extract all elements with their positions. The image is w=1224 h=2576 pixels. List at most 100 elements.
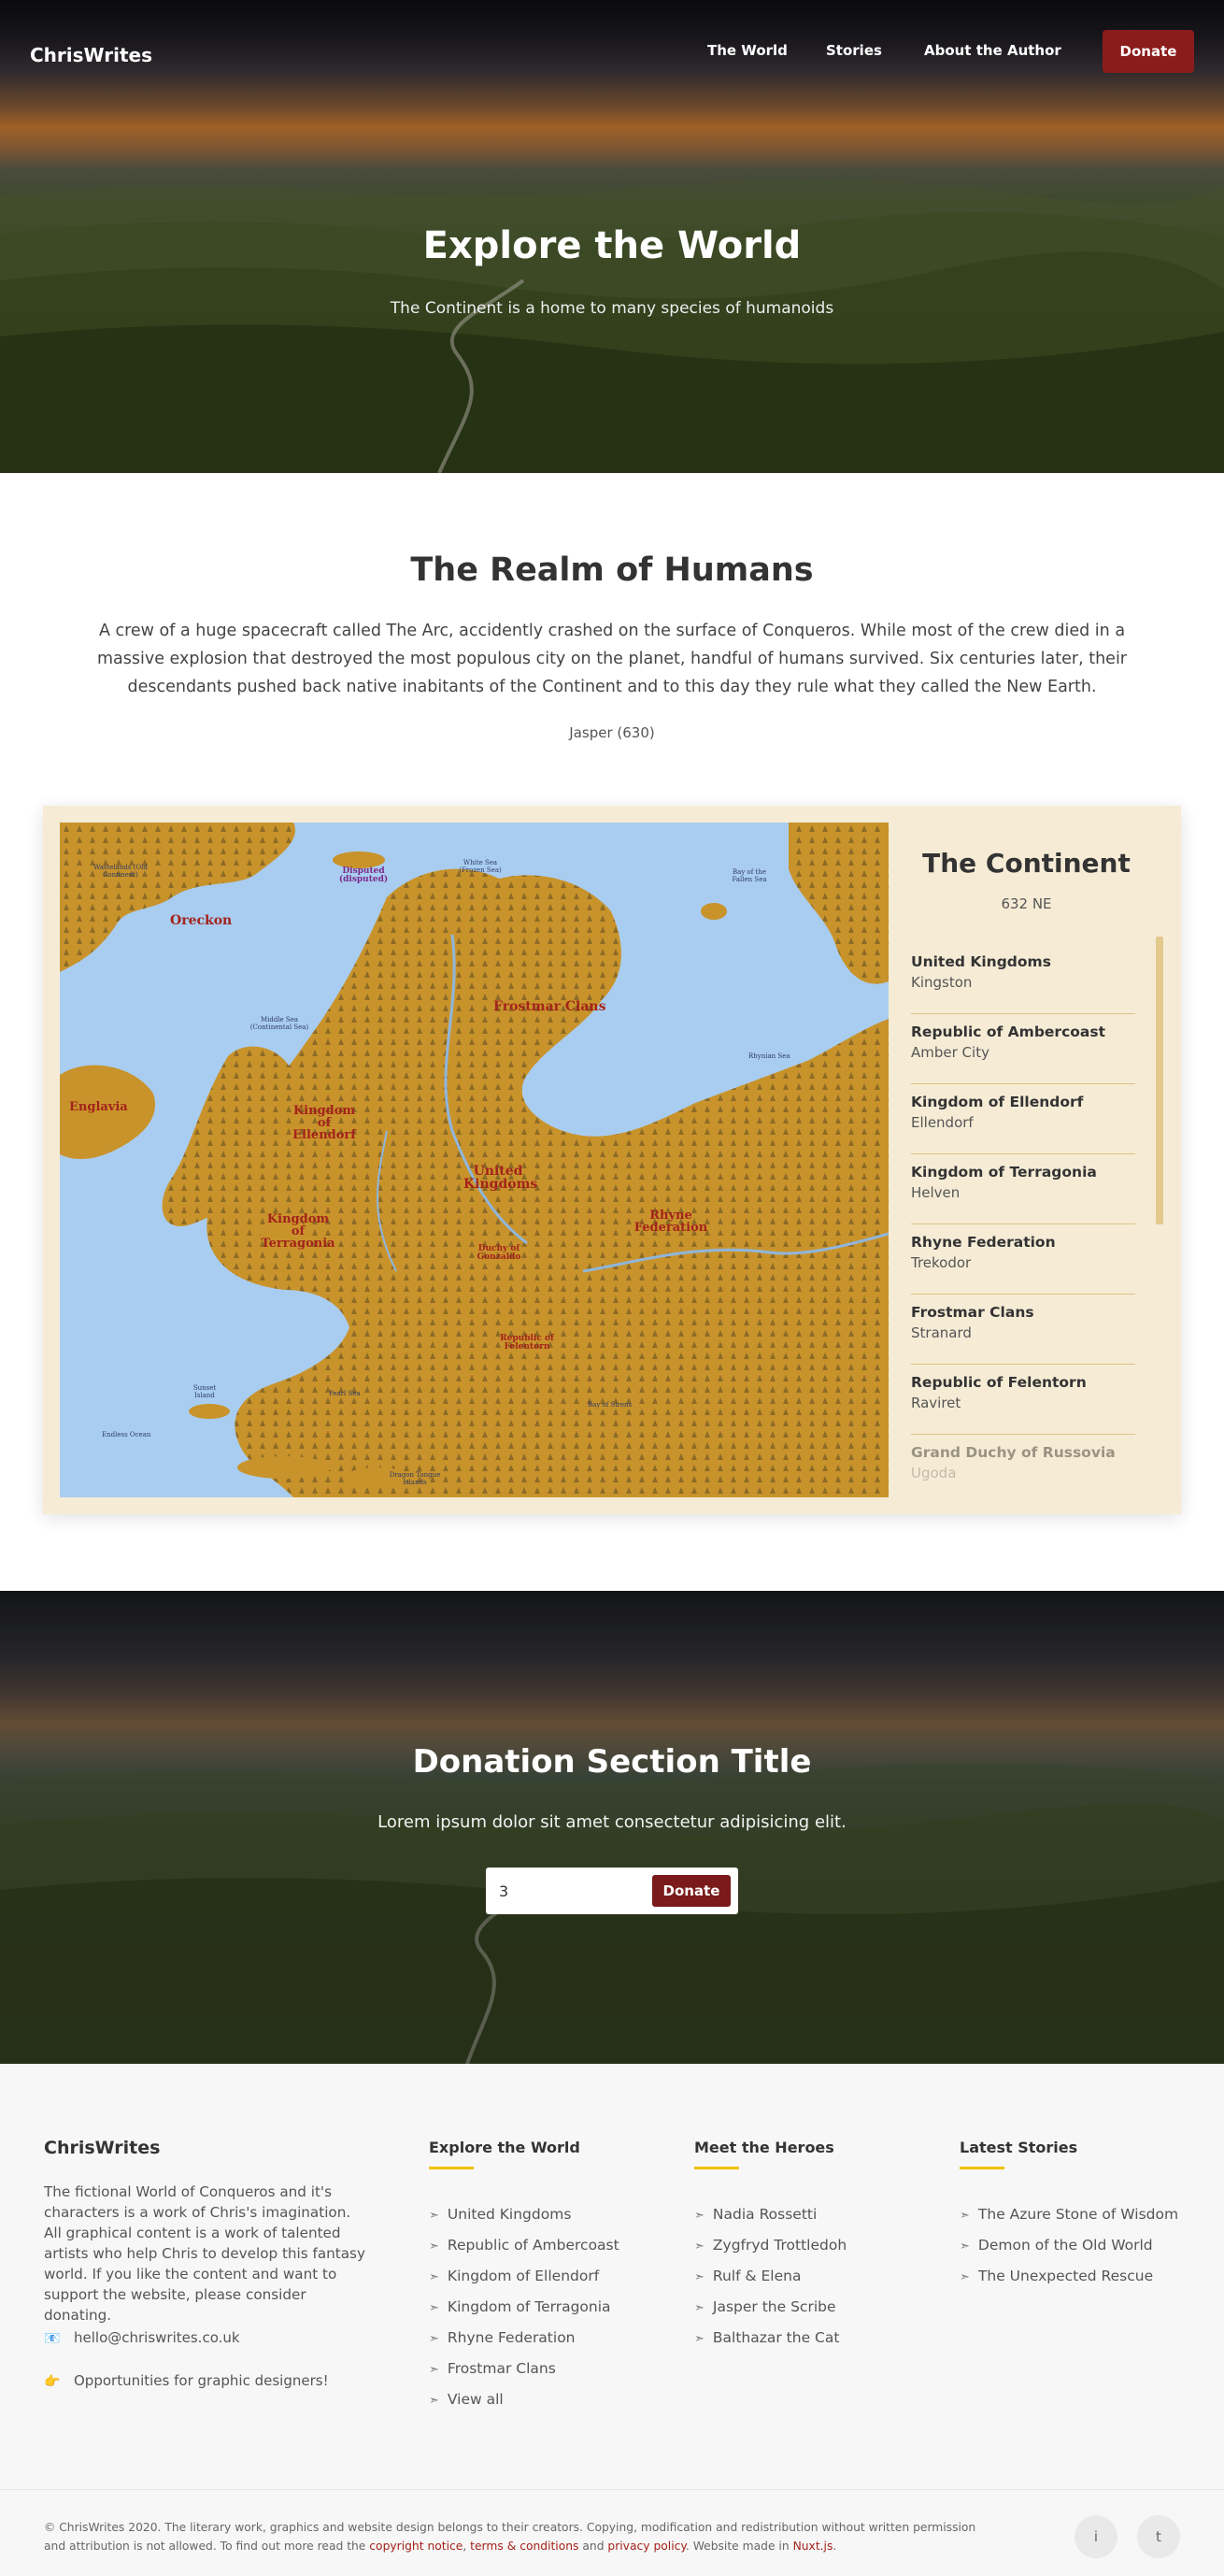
twitter-icon[interactable]: t [1137, 2515, 1180, 2558]
region-capital: Trekodor [911, 1254, 972, 1271]
arrow-icon: ➣ [960, 2209, 970, 2223]
donation-section: Donation Section Title Lorem ipsum dolor… [0, 1591, 1224, 2064]
region-item-terragonia[interactable]: Kingdom of Terragonia Helven [911, 1154, 1135, 1224]
footer-link-nadia[interactable]: ➣ Nadia Rossetti [694, 2206, 817, 2223]
region-capital: Amber City [911, 1044, 989, 1061]
header-donate-button[interactable]: Donate [1103, 30, 1194, 73]
copyright-notice-link[interactable]: copyright notice [369, 2540, 463, 2553]
arrow-icon: ➣ [694, 2270, 705, 2284]
map-label-frostmar: Frostmar Clans [493, 999, 606, 1014]
privacy-policy-link[interactable]: privacy policy [607, 2540, 685, 2553]
hero-subtitle: The Continent is a home to many species … [390, 299, 834, 318]
footer-link-terragonia[interactable]: ➣ Kingdom of Terragonia [429, 2298, 611, 2315]
hero-section: ChrisWrites The World Stories About the … [0, 0, 1224, 473]
footer-col-underline [694, 2167, 739, 2169]
footer-link-jasper[interactable]: ➣ Jasper the Scribe [694, 2298, 836, 2315]
mail-icon: 📧 [44, 2331, 61, 2346]
footer-link-demon-old-world[interactable]: ➣ Demon of the Old World [960, 2237, 1153, 2254]
donation-form: Donate [486, 1868, 738, 1914]
donation-amount-input[interactable] [499, 1877, 639, 1905]
arrow-icon: ➣ [960, 2240, 970, 2254]
terms-link[interactable]: terms & conditions [470, 2540, 578, 2553]
region-capital: Helven [911, 1184, 961, 1201]
footer-brand: ChrisWrites [44, 2138, 161, 2158]
region-capital: Raviret [911, 1395, 961, 1411]
pointing-hand-icon: 👉 [44, 2374, 61, 2389]
map-small-dragon-tongue: Dragon Tongue Islands [389, 1471, 441, 1486]
donation-submit-button[interactable]: Donate [652, 1875, 731, 1907]
footer-link-rulf-elena[interactable]: ➣ Rulf & Elena [694, 2268, 801, 2284]
footer-link-united-kingdoms[interactable]: ➣ United Kingdoms [429, 2206, 571, 2223]
map-small-sunset-island: Sunset Island [192, 1384, 217, 1399]
footer-about-text: The fictional World of Conqueros and it'… [44, 2183, 365, 2324]
footer-email[interactable]: 📧 hello@chriswrites.co.uk [44, 2329, 240, 2346]
site-logo[interactable]: ChrisWrites [30, 44, 152, 66]
footer-col-title-heroes: Meet the Heroes [694, 2139, 834, 2156]
map-small-bay-sirens: Bay of Sirens [588, 1401, 633, 1409]
continent-sidebar: The Continent 632 NE United Kingdoms Kin… [889, 823, 1164, 1497]
region-name: Kingdom of Ellendorf [911, 1094, 1084, 1110]
map-label-disputed: Disputed (disputed) [338, 866, 389, 884]
arrow-icon: ➣ [429, 2363, 439, 2377]
map-small-middle-sea: Middle Sea (Continental Sea) [249, 1016, 309, 1031]
footer-link-zygfryd[interactable]: ➣ Zygfryd Trottledoh [694, 2237, 847, 2254]
region-item-rhyne[interactable]: Rhyne Federation Trekodor [911, 1224, 1135, 1295]
arrow-icon: ➣ [429, 2240, 439, 2254]
region-item-united-kingdoms[interactable]: United Kingdoms Kingston [911, 944, 1135, 1014]
region-item-russovia[interactable]: Grand Duchy of Russovia Ugoda [911, 1435, 1135, 1497]
continent-map-card: Oreckon Frostmar Clans Englavia Kingdom … [43, 806, 1181, 1514]
map-small-white-sea: White Sea (Frozen Sea) [459, 859, 502, 874]
footer-link-rhyne[interactable]: ➣ Rhyne Federation [429, 2329, 576, 2346]
nav-link-about-author[interactable]: About the Author [924, 42, 1061, 59]
arrow-icon: ➣ [694, 2301, 705, 2315]
map-label-rhyne: Rhyne Federation [633, 1209, 708, 1235]
region-capital: Kingston [911, 974, 973, 991]
sidebar-scrollbar[interactable] [1156, 937, 1163, 1224]
footer-link-ellendorf[interactable]: ➣ Kingdom of Ellendorf [429, 2268, 599, 2284]
region-name: United Kingdoms [911, 953, 1051, 970]
map-label-gonzaldo: Duchy of Gonzaldo [477, 1244, 521, 1262]
realm-title: The Realm of Humans [410, 551, 814, 589]
arrow-icon: ➣ [960, 2270, 970, 2284]
footer-opportunities[interactable]: 👉 Opportunities for graphic designers! [44, 2372, 329, 2389]
donation-title: Donation Section Title [412, 1743, 812, 1781]
footer-col-underline [429, 2167, 474, 2169]
nav-link-stories[interactable]: Stories [826, 42, 882, 59]
footer-divider [0, 2489, 1224, 2490]
nuxtjs-link[interactable]: Nuxt.js [793, 2540, 833, 2553]
footer-col-underline [960, 2167, 1004, 2169]
arrow-icon: ➣ [694, 2240, 705, 2254]
instagram-icon[interactable]: i [1075, 2515, 1117, 2558]
footer-link-view-all[interactable]: ➣ View all [429, 2391, 504, 2408]
region-item-ellendorf[interactable]: Kingdom of Ellendorf Ellendorf [911, 1084, 1135, 1154]
region-name: Grand Duchy of Russovia [911, 1444, 1116, 1461]
region-item-felentorn[interactable]: Republic of Felentorn Raviret [911, 1365, 1135, 1435]
arrow-icon: ➣ [429, 2394, 439, 2408]
map-label-englavia: Englavia [69, 1100, 128, 1114]
region-item-ambercoast[interactable]: Republic of Ambercoast Amber City [911, 1014, 1135, 1084]
footer-link-unexpected-rescue[interactable]: ➣ The Unexpected Rescue [960, 2268, 1153, 2284]
map-label-felentorn: Republic of Felentorn [500, 1334, 554, 1352]
realm-author: Jasper (630) [569, 724, 655, 741]
site-footer: ChrisWrites The fictional World of Conqu… [0, 2064, 1224, 2576]
footer-email-text: hello@chriswrites.co.uk [74, 2329, 240, 2346]
footer-link-balthazar[interactable]: ➣ Balthazar the Cat [694, 2329, 839, 2346]
region-name: Rhyne Federation [911, 1234, 1056, 1251]
map-small-rhyne-sea: Rhynian Sea [748, 1052, 790, 1060]
map-label-united-kingdoms: United Kingdoms [463, 1164, 538, 1192]
hero-title: Explore the World [422, 224, 802, 267]
arrow-icon: ➣ [429, 2209, 439, 2223]
footer-link-frostmar[interactable]: ➣ Frostmar Clans [429, 2360, 556, 2377]
region-item-frostmar[interactable]: Frostmar Clans Stranard [911, 1295, 1135, 1365]
arrow-icon: ➣ [694, 2332, 705, 2346]
footer-link-azure-stone[interactable]: ➣ The Azure Stone of Wisdom [960, 2206, 1178, 2223]
map-label-terragonia: Kingdom of Terragonia [261, 1212, 335, 1251]
footer-link-ambercoast[interactable]: ➣ Republic of Ambercoast [429, 2237, 619, 2254]
map-label-ellendorf: Kingdom of Ellendorf [292, 1104, 356, 1142]
region-name: Frostmar Clans [911, 1304, 1034, 1321]
continent-title: The Continent [922, 848, 1131, 879]
nav-link-the-world[interactable]: The World [707, 42, 788, 59]
map-small-wastelands: Wastelands (Old Continent) [93, 864, 148, 879]
map-small-pearl-sea: Pearl Sea [329, 1390, 361, 1397]
continent-map-image[interactable]: Oreckon Frostmar Clans Englavia Kingdom … [60, 823, 889, 1497]
